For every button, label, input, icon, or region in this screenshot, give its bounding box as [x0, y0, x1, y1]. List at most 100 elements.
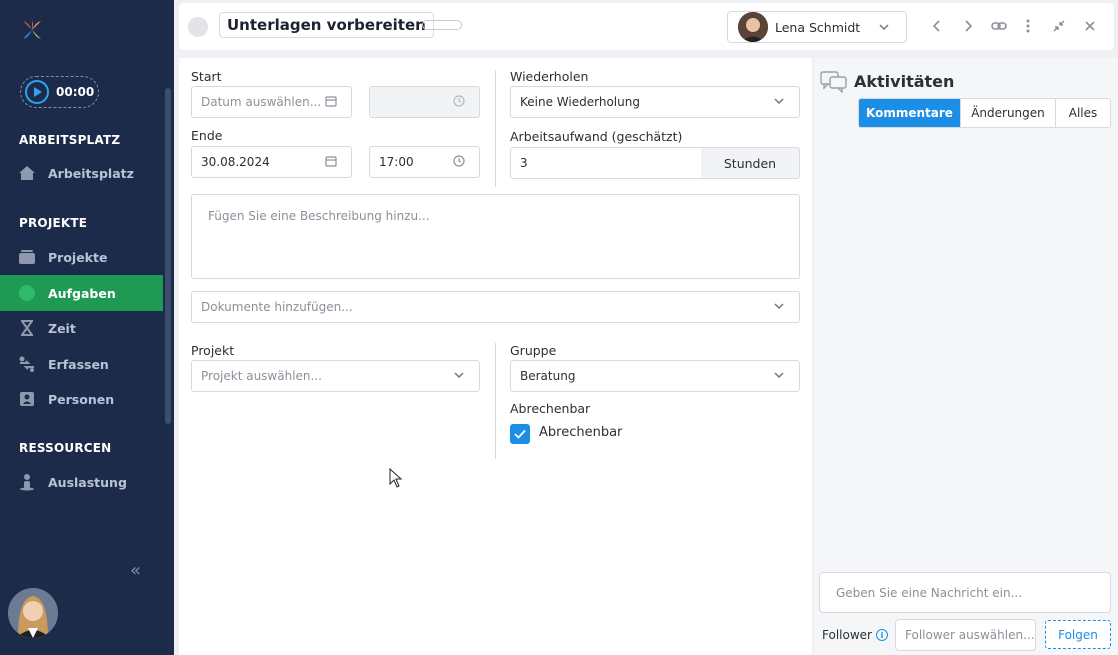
sidebar-item-erfassen[interactable]: Erfassen — [0, 346, 163, 382]
sidebar-item-personen[interactable]: Personen — [0, 381, 163, 417]
effort-unit-select[interactable]: Stunden — [701, 147, 800, 179]
activity-tabs: Kommentare Änderungen Alles — [858, 98, 1111, 128]
task-tag-pill[interactable] — [422, 20, 462, 30]
follower-select[interactable]: Follower auswählen... — [895, 619, 1036, 651]
message-placeholder: Geben Sie eine Nachricht ein... — [836, 585, 1023, 600]
avatar[interactable] — [8, 588, 58, 638]
group-value: Beratung — [520, 369, 576, 383]
end-date-value: 30.08.2024 — [201, 155, 270, 169]
minimize-icon[interactable] — [1050, 17, 1068, 35]
chevron-down-icon — [453, 369, 465, 384]
sidebar-item-projekte[interactable]: Projekte — [0, 239, 163, 275]
sidebar-item-auslastung[interactable]: Auslastung — [0, 464, 163, 500]
billable-checkbox-label[interactable]: Abrechenbar — [539, 425, 622, 440]
assignee-select[interactable]: Lena Schmidt — [727, 11, 907, 43]
documents-select[interactable]: Dokumente hinzufügen... — [191, 291, 800, 323]
repeat-label: Wiederholen — [510, 69, 589, 84]
sidebar-item-label: Aufgaben — [48, 285, 116, 301]
end-date-field[interactable]: 30.08.2024 — [191, 146, 352, 178]
close-icon[interactable] — [1081, 17, 1099, 35]
tab-kommentare[interactable]: Kommentare — [859, 99, 961, 127]
effort-value: 3 — [520, 156, 528, 170]
end-time-field[interactable]: 17:00 — [369, 146, 480, 178]
billable-label: Abrechenbar — [510, 401, 591, 416]
chevron-down-icon — [878, 21, 890, 36]
play-icon[interactable] — [25, 80, 49, 104]
sidebar-item-label: Arbeitsplatz — [48, 165, 134, 181]
chevron-down-icon — [773, 369, 785, 384]
chevron-right-icon[interactable] — [959, 17, 977, 35]
calendar-icon — [325, 95, 337, 110]
sidebar-scrollbar[interactable] — [165, 88, 171, 424]
sidebar-item-zeit[interactable]: Zeit — [0, 310, 163, 346]
sidebar-item-aufgaben[interactable]: Aufgaben — [0, 275, 163, 311]
sidebar-item-label: Erfassen — [48, 356, 109, 372]
folder-icon — [18, 248, 36, 266]
section-title-arbeitsplatz: ARBEITSPLATZ — [19, 133, 121, 147]
effort-input[interactable]: 3 — [510, 147, 702, 179]
chevron-down-icon — [773, 95, 785, 110]
chevron-down-icon — [773, 300, 785, 315]
tab-alles[interactable]: Alles — [1056, 99, 1110, 127]
avatar — [738, 12, 768, 42]
sidebar-item-label: Projekte — [48, 249, 108, 265]
contact-icon — [18, 390, 36, 408]
timer-widget[interactable]: 00:00 — [20, 76, 99, 108]
billable-checkbox[interactable] — [510, 424, 530, 444]
start-date-field[interactable]: Datum auswählen... — [191, 86, 352, 118]
end-time-value: 17:00 — [379, 155, 414, 169]
message-input[interactable]: Geben Sie eine Nachricht ein... — [819, 572, 1111, 613]
link-icon[interactable] — [990, 17, 1008, 35]
timer-value: 00:00 — [56, 85, 95, 99]
repeat-select[interactable]: Keine Wiederholung — [510, 86, 800, 118]
person-load-icon — [18, 473, 36, 491]
transfer-icon — [18, 355, 36, 373]
start-label: Start — [191, 69, 222, 84]
app-logo[interactable] — [20, 18, 44, 42]
home-icon — [18, 164, 36, 182]
activity-panel: Aktivitäten Kommentare Änderungen Alles … — [814, 58, 1118, 655]
group-label: Gruppe — [510, 343, 557, 358]
tab-aenderungen[interactable]: Änderungen — [961, 99, 1056, 127]
info-icon[interactable]: i — [875, 629, 888, 641]
activity-title: Aktivitäten — [854, 72, 955, 91]
more-vertical-icon[interactable] — [1019, 17, 1037, 35]
documents-placeholder: Dokumente hinzufügen... — [201, 300, 353, 314]
chat-bubbles-icon — [820, 71, 847, 93]
follow-button[interactable]: Folgen — [1045, 620, 1111, 649]
group-select[interactable]: Beratung — [510, 360, 800, 392]
mouse-cursor-icon — [389, 468, 403, 488]
sidebar-item-label: Personen — [48, 391, 115, 407]
sidebar-item-label: Zeit — [48, 320, 76, 336]
task-form: Start Datum auswählen... Ende 30.08.2024… — [179, 58, 812, 655]
circle-icon — [18, 284, 36, 302]
project-placeholder: Projekt auswählen... — [201, 369, 322, 383]
sidebar: 00:00 ARBEITSPLATZ Arbeitsplatz PROJEKTE… — [0, 0, 174, 655]
clock-icon — [453, 155, 465, 170]
follower-placeholder: Follower auswählen... — [905, 628, 1035, 642]
sidebar-item-label: Auslastung — [48, 474, 127, 490]
chevron-left-icon[interactable] — [928, 17, 946, 35]
effort-label: Arbeitsaufwand (geschätzt) — [510, 129, 683, 144]
hourglass-icon — [18, 319, 36, 337]
end-label: Ende — [191, 128, 223, 143]
task-status-toggle[interactable] — [188, 17, 208, 37]
divider — [495, 343, 496, 459]
collapse-sidebar-icon[interactable]: « — [130, 560, 141, 581]
divider — [495, 70, 496, 187]
follower-label-text: Follower — [822, 628, 872, 642]
description-field[interactable]: Fügen Sie eine Beschreibung hinzu... — [191, 194, 800, 279]
task-title[interactable]: Unterlagen vorbereiten — [219, 12, 434, 38]
assignee-name: Lena Schmidt — [775, 19, 861, 35]
sidebar-item-arbeitsplatz[interactable]: Arbeitsplatz — [0, 155, 163, 191]
clock-icon — [453, 95, 465, 110]
task-header: Unterlagen vorbereiten Lena Schmidt — [179, 3, 1114, 50]
section-title-projekte: PROJEKTE — [19, 216, 88, 230]
project-select[interactable]: Projekt auswählen... — [191, 360, 480, 392]
start-time-field[interactable] — [369, 86, 480, 118]
calendar-icon — [325, 155, 337, 170]
start-date-placeholder: Datum auswählen... — [201, 95, 322, 109]
follower-label: Follower i — [822, 628, 888, 642]
project-label: Projekt — [191, 343, 235, 358]
section-title-ressourcen: RESSOURCEN — [19, 441, 112, 455]
